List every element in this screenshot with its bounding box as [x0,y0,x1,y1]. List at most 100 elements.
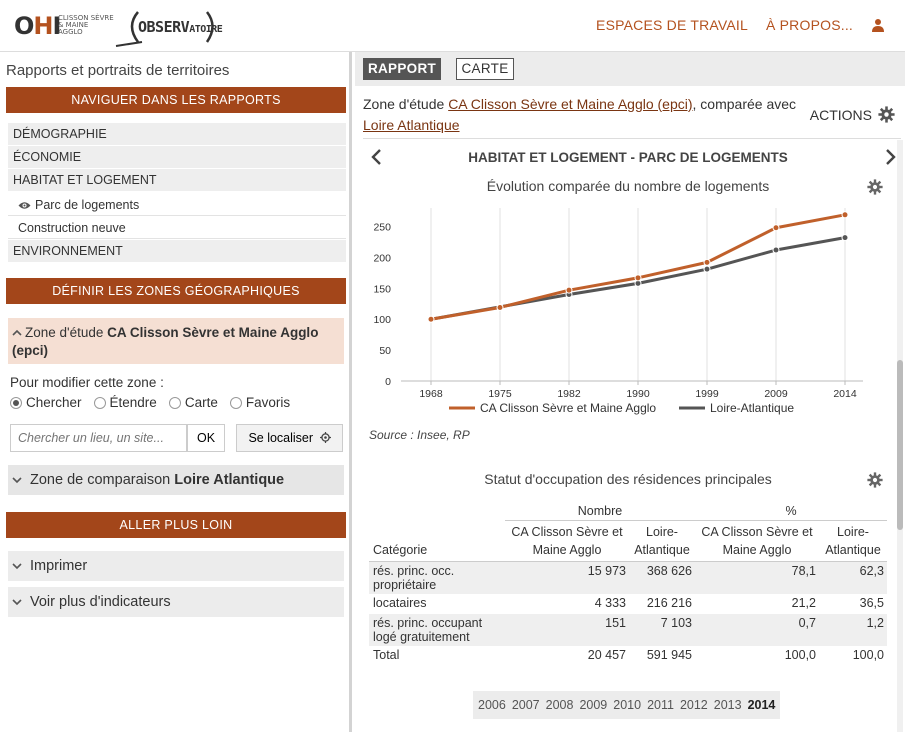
line-chart: 0 50 100 150 200 250 1968 1975 1982 1990 1999 2009 2… [373,208,863,415]
menu-construction-neuve[interactable]: Construction neuve [8,217,346,239]
zone-etude-panel[interactable]: Zone d'étude CA Clisson Sèvre et Maine A… [8,318,344,364]
zone-comparaison-panel[interactable]: Zone de comparaison Loire Atlantique [8,465,344,495]
menu-environnement[interactable]: ENVIRONNEMENT [8,240,346,262]
actions-label: ACTIONS [809,106,872,123]
year-2008[interactable]: 2008 [543,691,577,719]
zone-summary-middle: , comparée avec [692,96,797,112]
x-tick-label: 1990 [626,388,650,400]
top-nav: ESPACES DE TRAVAIL À PROPOS... [596,17,885,33]
ohi-logo-mark: OHI [14,12,61,40]
gear-icon [878,106,895,123]
obs-tail: ATOIRE [189,24,223,35]
radio-dot [10,396,22,409]
chart-gear-icon[interactable] [867,179,883,195]
radio-label: Chercher [26,395,82,410]
menu-economie[interactable]: ÉCONOMIE [8,146,346,168]
tab-rapport[interactable]: RAPPORT [363,58,441,80]
menu-parc-de-logements[interactable]: Parc de logements [8,194,346,216]
th-categorie: Catégorie [369,520,505,562]
year-2013[interactable]: 2013 [711,691,745,719]
ok-button[interactable]: OK [187,424,225,452]
cell-value: 4 333 [594,595,626,610]
cell-value: 7 103 [660,615,692,630]
radio-label: Étendre [109,395,157,410]
chart-source: Source : Insee, RP [369,428,470,442]
top-bar: OHI CLISSON SÈVRE & MAINE AGGLO OBSERVAT… [0,0,905,52]
menu-demographie[interactable]: DÉMOGRAPHIE [8,123,346,145]
tab-carte[interactable]: CARTE [456,58,514,80]
data-point [772,224,780,232]
th-empty [369,500,505,520]
radio-dot [168,396,181,409]
radio-label: Favoris [245,395,291,410]
cell-value: 368 626 [646,563,692,578]
x-tick-label: 2009 [764,388,788,400]
x-tick-label: 1968 [419,388,443,400]
observatoire-logo[interactable]: OBSERVATOIRE [112,6,237,48]
year-2012[interactable]: 2012 [677,691,711,719]
y-tick-label: 100 [373,314,391,326]
scrollbar-thumb[interactable] [897,360,903,530]
obs-word: OBSERV [138,18,190,36]
th-la-nombre: Loire-Atlantique [629,519,695,562]
year-2010[interactable]: 2010 [610,691,644,719]
th-ca-nombre: CA Clisson Sèvre et Maine Agglo [505,519,629,562]
y-tick-label: 250 [373,222,391,234]
nav-a-propos[interactable]: À PROPOS... [766,17,853,33]
zone-etude-link[interactable]: CA Clisson Sèvre et Maine Agglo (epci) [448,96,692,112]
cell-category: Total [373,647,400,662]
menu-parc-label: Parc de logements [35,198,140,212]
cell-value: 100,0 [852,647,884,662]
plus-indicateurs-label: Voir plus d'indicateurs [30,594,171,610]
cell-value: 591 945 [646,647,692,662]
th-ca-pct: CA Clisson Sèvre et Maine Agglo [695,519,819,562]
table-title: Statut d'occupation des résidences princ… [484,471,772,487]
year-2006[interactable]: 2006 [475,691,509,719]
cell-value: 151 [605,615,626,630]
year-2009[interactable]: 2009 [576,691,610,719]
user-icon[interactable] [871,18,885,32]
actions-button[interactable]: ACTIONS [810,106,895,123]
y-tick-label: 200 [373,252,391,264]
menu-habitat-logement[interactable]: HABITAT ET LOGEMENT [8,169,346,191]
x-tick-label: 2014 [833,388,857,400]
cell-category: rés. princ. occupant logé gratuitement [373,615,483,644]
chevron-right-icon[interactable] [882,148,898,166]
section-zones: DÉFINIR LES ZONES GÉOGRAPHIQUES [6,278,346,304]
sidebar-title: Rapports et portraits de territoires [6,62,230,79]
plus-indicateurs-panel[interactable]: Voir plus d'indicateurs [8,587,344,617]
imprimer-panel[interactable]: Imprimer [8,551,344,581]
data-point [427,315,435,323]
legend-label: Loire-Atlantique [710,401,794,415]
data-point [496,303,504,311]
radio-favoris[interactable]: Favoris [229,395,291,410]
occupation-table: Nombre % Catégorie CA Clisson Sèvre et M… [369,500,887,666]
radio-carte[interactable]: Carte [168,395,218,410]
separator [363,138,901,139]
imprimer-label: Imprimer [30,558,88,574]
zone-comparaison-link[interactable]: Loire Atlantique [363,117,460,133]
nav-espaces-de-travail[interactable]: ESPACES DE TRAVAIL [596,17,748,33]
radio-etendre[interactable]: Étendre [93,395,157,410]
ohi-logo[interactable]: OHI CLISSON SÈVRE & MAINE AGGLO [14,12,114,40]
section-aller-plus-loin: ALLER PLUS LOIN [6,512,346,538]
table-gear-icon[interactable] [867,472,883,488]
report-title: HABITAT ET LOGEMENT - PARC DE LOGEMENTS [468,150,788,165]
radio-chercher[interactable]: Chercher [10,395,82,410]
eye-icon [18,202,31,209]
year-2011[interactable]: 2011 [644,691,677,719]
year-2014[interactable]: 2014 [745,691,779,719]
zone-mode-radios: Chercher Étendre Carte Favoris [10,395,290,410]
data-point [772,246,780,254]
zone-etude-prefix: Zone d'étude [25,325,108,340]
chart-title: Évolution comparée du nombre de logement… [486,178,770,194]
table-row: rés. princ. occupant logé gratuitement 1… [369,613,887,646]
scrollbar[interactable] [897,140,903,732]
data-point [703,265,711,273]
year-2007[interactable]: 2007 [509,691,543,719]
zone-comp-prefix: Zone de comparaison [30,472,175,488]
locate-button[interactable]: Se localiser [236,424,343,452]
crosshair-icon [319,432,331,443]
cell-category: rés. princ. occ. propriétaire [373,563,455,592]
search-input[interactable] [10,424,187,452]
